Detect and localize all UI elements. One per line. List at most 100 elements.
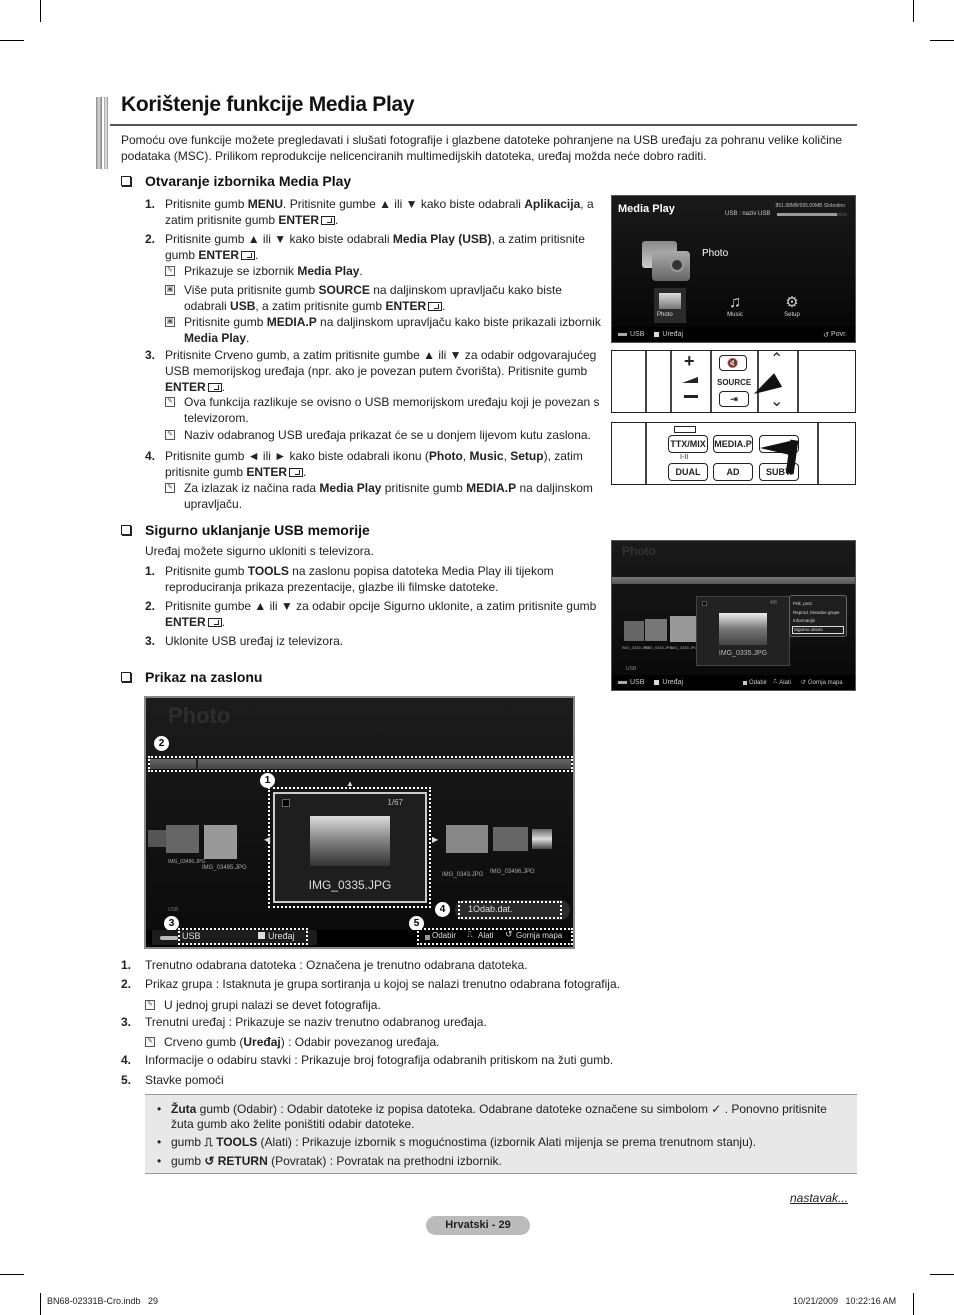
screen-title: Photo — [168, 703, 231, 728]
step-item: 3. Pritisnite Crveno gumb, a zatim priti… — [145, 347, 600, 395]
tools-popup-menu: Prik. prez. Reprod. trenutne grupe Infor… — [789, 595, 847, 637]
callout-4: 4 — [435, 902, 450, 917]
selected-photo — [719, 613, 767, 645]
icon-photo[interactable]: Photo — [654, 288, 686, 323]
thumbnail — [148, 830, 166, 847]
continue-link[interactable]: nastavak... — [790, 1191, 848, 1205]
left-arrow-icon: ◀ — [264, 835, 271, 844]
return-icon: ↺ — [800, 680, 806, 686]
icon-music[interactable]: ♫ Music — [720, 294, 750, 324]
selected-label: Photo — [702, 248, 729, 259]
device-label: USB — [168, 907, 179, 913]
crop-mark — [0, 40, 24, 41]
enter-icon — [207, 618, 222, 627]
menu-item-selected[interactable]: Sigurno ukloni — [792, 626, 844, 634]
screen-title: Photo — [622, 544, 656, 558]
thumbnail — [532, 829, 552, 849]
photo-icon — [659, 293, 681, 309]
title-divider — [110, 124, 857, 126]
thumbnail — [204, 825, 237, 859]
photo-browser-screen: Photo 2 1 ▲ 1/67 IMG_0335.JPG ◀ ▶ IMG_03… — [144, 696, 575, 949]
checkbox-bullet-icon — [121, 672, 131, 682]
step-item: 1. Pritisnite gumb TOOLS na zaslonu popi… — [145, 564, 554, 594]
right-arrow-icon: ▶ — [432, 835, 439, 844]
intro-paragraph: Pomoću ove funkcije možete pregledavati … — [121, 133, 843, 163]
help-bullet: • Žuta gumb (Odabir) : Odabir datoteke i… — [157, 1102, 827, 1131]
thumbnail-label: IMG_03496.JPG — [490, 869, 535, 875]
section-heading-safe-remove: Sigurno uklanjanje USB memorije — [121, 522, 370, 538]
step-item: 2. Pritisnite gumb ▲ ili ▼ kako biste od… — [145, 231, 600, 263]
source-button: ⇥ — [719, 391, 749, 407]
print-timestamp: 10/21/2009 10:22:16 AM — [793, 1296, 897, 1306]
device-button-label[interactable]: Uređaj — [268, 931, 295, 941]
crop-mark — [40, 1293, 41, 1315]
step-number: 1. — [145, 197, 156, 211]
note-item: ✎ Naziv odabranog USB uređaja prikazat ć… — [165, 427, 605, 443]
menu-item[interactable]: Informacije — [793, 618, 815, 623]
tools-icon: ⎍ — [773, 679, 778, 685]
storage-bar-fill — [777, 213, 838, 216]
gear-icon: ⚙ — [785, 294, 799, 311]
step-item: 2. Pritisnite gumbe ▲ ili ▼ za odabir op… — [145, 599, 597, 629]
thumbnail-label: IMG_0335.JPG — [622, 645, 650, 650]
note-icon: ✎ — [145, 1000, 155, 1010]
help-bullet: • gumb ⎍ TOOLS (Alati) : Prikazuje izbor… — [157, 1135, 757, 1149]
selection-info: 1Odab.dat. — [468, 904, 513, 914]
pointer-arrow-icon — [760, 441, 790, 455]
icon-setup[interactable]: ⚙ Setup — [777, 294, 807, 324]
checkbox-bullet-icon — [121, 525, 131, 535]
group-bar — [612, 577, 855, 584]
section-intro: Uređaj možete sigurno ukloniti s televiz… — [145, 544, 374, 558]
yellow-button-icon — [425, 935, 430, 940]
storage-text: 851.98MB/995.00MB Slobodno — [775, 203, 846, 209]
file-name: IMG_0335.JPG — [308, 878, 392, 892]
return-icon: ↺ — [505, 929, 513, 939]
channel-up-icon: ⌃ — [770, 351, 784, 368]
thumbnail-label: IMG_03496.JPG — [168, 859, 206, 865]
section-heading-screen-display: Prikaz na zaslonu — [121, 669, 262, 685]
crop-mark — [930, 1274, 954, 1275]
enter-icon — [289, 468, 304, 477]
step-text: Pritisnite gumb ◄ ili ► kako biste odabr… — [165, 449, 583, 479]
callout-1: 1 — [260, 773, 275, 788]
legend-item: 1. Trenutno odabrana datoteka : Označena … — [121, 958, 528, 972]
thumbnail — [493, 827, 528, 851]
step-text: Pritisnite gumb MENU. Pritisnite gumbe ▲… — [165, 197, 594, 227]
note-icon: ✎ — [165, 483, 175, 493]
legend-item: 2. Prikaz grupa : Istaknuta je grupa sort… — [121, 977, 620, 991]
teletext-icon — [674, 426, 696, 433]
step-number: 3. — [145, 634, 156, 648]
menu-item[interactable]: Prik. prez. — [793, 601, 813, 606]
section-heading-text: Otvaranje izbornika Media Play — [145, 173, 352, 189]
step-number: 2. — [145, 232, 156, 246]
thumbnail — [624, 621, 644, 641]
screen-title: Media Play — [618, 203, 675, 215]
step-text: Pritisnite Crveno gumb, a zatim pritisni… — [165, 348, 597, 394]
selected-file-card: 1/67 IMG_0335.JPG — [273, 792, 427, 903]
crop-mark — [913, 0, 914, 22]
step-number: 3. — [145, 348, 156, 362]
crop-mark — [0, 1274, 24, 1275]
note-item: ✎ Crveno gumb (Uređaj) : Odabir povezano… — [145, 1034, 585, 1050]
note-icon: ✎ — [165, 397, 175, 407]
remote-icon: ▣ — [165, 317, 175, 327]
red-button-icon — [654, 332, 660, 337]
section-heading-open-menu: Otvaranje izbornika Media Play — [121, 173, 351, 189]
callout-2: 2 — [154, 736, 169, 751]
note-item: ▣ Pritisnite gumb MEDIA.P na daljinskom … — [165, 315, 601, 345]
ad-button: AD — [713, 463, 753, 481]
help-parent-folder: Gornja mapa — [516, 931, 563, 940]
thumbnail-label: IMG_0335.JPG — [670, 645, 698, 650]
title-decoration — [104, 97, 108, 169]
source-label: SOURCE — [717, 378, 752, 387]
current-device: USB — [182, 931, 201, 941]
crop-mark — [930, 40, 954, 41]
volume-icon — [682, 377, 698, 383]
note-item: ▣ Više puta pritisnite gumb SOURCE na da… — [165, 283, 562, 313]
note-item: ✎ U jednoj grupi nalazi se devet fotogra… — [145, 997, 585, 1013]
menu-item[interactable]: Reprod. trenutne grupe — [793, 610, 840, 615]
selected-file-card: 4/6 IMG_0335.JPG — [696, 596, 790, 666]
selected-photo — [310, 816, 390, 866]
red-button-icon — [258, 932, 265, 939]
yellow-button-icon — [743, 680, 748, 685]
